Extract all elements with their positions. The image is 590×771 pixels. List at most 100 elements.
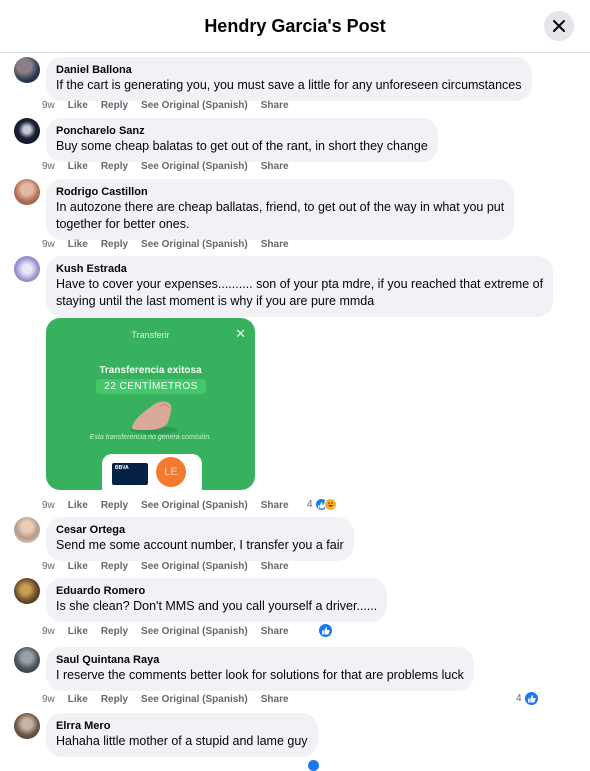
- avatar[interactable]: [14, 118, 40, 144]
- comment-text: Buy some cheap balatas to get out of the…: [56, 139, 428, 153]
- comment-actions: 9w Like Reply See Original (Spanish) Sha…: [42, 100, 302, 111]
- comment-bubble: Eduardo Romero Is she clean? Don't MMS a…: [46, 578, 388, 622]
- reaction-count: 4: [307, 499, 313, 510]
- comment-author[interactable]: Kush Estrada: [56, 262, 543, 276]
- avatar[interactable]: [14, 57, 40, 83]
- comment-time[interactable]: 9w: [42, 500, 55, 511]
- comment-time[interactable]: 9w: [42, 561, 55, 572]
- comment-actions: 9w Like Reply See Original (Spanish) Sha…: [42, 239, 302, 250]
- avatar[interactable]: [14, 256, 40, 282]
- attachment-title: Transferencia exitosa: [99, 365, 202, 376]
- reply-button[interactable]: Reply: [101, 694, 128, 705]
- comment-author[interactable]: Eduardo Romero: [56, 584, 377, 598]
- like-button[interactable]: Like: [68, 694, 88, 705]
- avatar[interactable]: [14, 647, 40, 673]
- see-original-button[interactable]: See Original (Spanish): [141, 100, 248, 111]
- share-button[interactable]: Share: [261, 626, 289, 637]
- comment-author[interactable]: Rodrigo Castillon: [56, 185, 504, 199]
- comment-bubble: Daniel Ballona If the cart is generating…: [46, 57, 532, 101]
- comment-time[interactable]: 9w: [42, 626, 55, 637]
- comment-text: staying until the last moment is why if …: [56, 294, 375, 308]
- comment-actions: 9w Like Reply See Original (Spanish) Sha…: [42, 161, 302, 172]
- foot-image: [130, 401, 178, 434]
- comment-actions: 9w Like Reply See Original (Spanish) Sha…: [42, 561, 302, 572]
- close-icon: [553, 20, 565, 32]
- comment-bubble: Rodrigo Castillon In autozone there are …: [46, 179, 515, 240]
- comment-text: Send me some account number, I transfer …: [56, 538, 344, 552]
- comment-image-attachment[interactable]: Transferir ✕ Transferencia exitosa 22 CE…: [46, 318, 255, 490]
- attachment-amount: 22 CENTÍMETROS: [96, 379, 206, 394]
- like-button[interactable]: Like: [68, 500, 88, 511]
- avatar[interactable]: [14, 179, 40, 205]
- share-button[interactable]: Share: [261, 561, 289, 572]
- share-button[interactable]: Share: [261, 500, 289, 511]
- share-button[interactable]: Share: [261, 239, 289, 250]
- haha-reaction-icon: [323, 498, 337, 511]
- reply-button[interactable]: Reply: [101, 161, 128, 172]
- reply-button[interactable]: Reply: [101, 239, 128, 250]
- comment-author[interactable]: Poncharelo Sanz: [56, 124, 428, 138]
- attachment-header: Transferir: [131, 330, 170, 340]
- comment-text: I reserve the comments better look for s…: [56, 668, 464, 682]
- attachment-recipient-card: BBVA LE: [102, 454, 202, 490]
- like-button[interactable]: Like: [68, 239, 88, 250]
- close-button[interactable]: [544, 11, 574, 41]
- avatar[interactable]: [14, 713, 40, 739]
- like-button[interactable]: Like: [68, 161, 88, 172]
- comment-time[interactable]: 9w: [42, 100, 55, 111]
- attachment-close-icon: ✕: [235, 326, 246, 341]
- comment-text: together for better ones.: [56, 217, 190, 231]
- see-original-button[interactable]: See Original (Spanish): [141, 626, 248, 637]
- avatar[interactable]: [14, 578, 40, 604]
- modal-header: Hendry Garcia's Post: [0, 0, 590, 53]
- comment-bubble: Elrra Mero Hahaha little mother of a stu…: [46, 713, 318, 757]
- comment-actions: 9w Like Reply See Original (Spanish) Sha…: [42, 694, 302, 705]
- reply-button[interactable]: Reply: [101, 500, 128, 511]
- comment-author[interactable]: Cesar Ortega: [56, 523, 344, 537]
- like-reaction-icon: [318, 623, 333, 638]
- comment-time[interactable]: 9w: [42, 161, 55, 172]
- comment-bubble: Saul Quintana Raya I reserve the comment…: [46, 647, 474, 691]
- share-button[interactable]: Share: [261, 161, 289, 172]
- comment-text: In autozone there are cheap ballatas, fr…: [56, 200, 505, 214]
- see-original-button[interactable]: See Original (Spanish): [141, 239, 248, 250]
- like-button[interactable]: Like: [68, 100, 88, 111]
- comment-author[interactable]: Daniel Ballona: [56, 63, 522, 77]
- like-button[interactable]: Like: [68, 626, 88, 637]
- share-button[interactable]: Share: [261, 100, 289, 111]
- comment-bubble: Poncharelo Sanz Buy some cheap balatas t…: [46, 118, 438, 162]
- comment-bubble: Cesar Ortega Send me some account number…: [46, 517, 354, 561]
- comment-author[interactable]: Saul Quintana Raya: [56, 653, 464, 667]
- reply-button[interactable]: Reply: [101, 561, 128, 572]
- recipient-initials: LE: [156, 457, 186, 487]
- comment-bubble: Kush Estrada Have to cover your expenses…: [46, 256, 554, 317]
- like-button[interactable]: Like: [68, 561, 88, 572]
- reaction-summary[interactable]: 4: [516, 691, 539, 706]
- see-original-button[interactable]: See Original (Spanish): [141, 161, 248, 172]
- reaction-summary[interactable]: 4: [307, 498, 337, 511]
- see-original-button[interactable]: See Original (Spanish): [141, 500, 248, 511]
- reply-button[interactable]: Reply: [101, 100, 128, 111]
- comment-actions: 9w Like Reply See Original (Spanish) Sha…: [42, 500, 302, 511]
- comment-time[interactable]: 9w: [42, 239, 55, 250]
- see-original-button[interactable]: See Original (Spanish): [141, 694, 248, 705]
- comment-text: Hahaha little mother of a stupid and lam…: [56, 734, 308, 748]
- see-original-button[interactable]: See Original (Spanish): [141, 561, 248, 572]
- reaction-count: 4: [516, 693, 522, 704]
- comment-author[interactable]: Elrra Mero: [56, 719, 308, 733]
- comment-text: Have to cover your expenses.......... so…: [56, 277, 544, 291]
- bank-name: BBVA: [115, 465, 129, 471]
- reply-button[interactable]: Reply: [101, 626, 128, 637]
- avatar[interactable]: [14, 517, 40, 543]
- attachment-note: Esta transferencia no genera comisión.: [89, 434, 212, 441]
- post-title: Hendry Garcia's Post: [204, 15, 386, 36]
- like-reaction-icon: [307, 759, 320, 771]
- share-button[interactable]: Share: [261, 694, 289, 705]
- comment-text: If the cart is generating you, you must …: [56, 78, 522, 92]
- comment-text: Is she clean? Don't MMS and you call you…: [56, 599, 378, 613]
- comment-time[interactable]: 9w: [42, 694, 55, 705]
- reaction-summary[interactable]: [318, 623, 333, 638]
- comments-list[interactable]: Daniel Ballona If the cart is generating…: [0, 53, 590, 771]
- like-reaction-icon: [523, 691, 539, 706]
- comment-actions: 9w Like Reply See Original (Spanish) Sha…: [42, 626, 302, 637]
